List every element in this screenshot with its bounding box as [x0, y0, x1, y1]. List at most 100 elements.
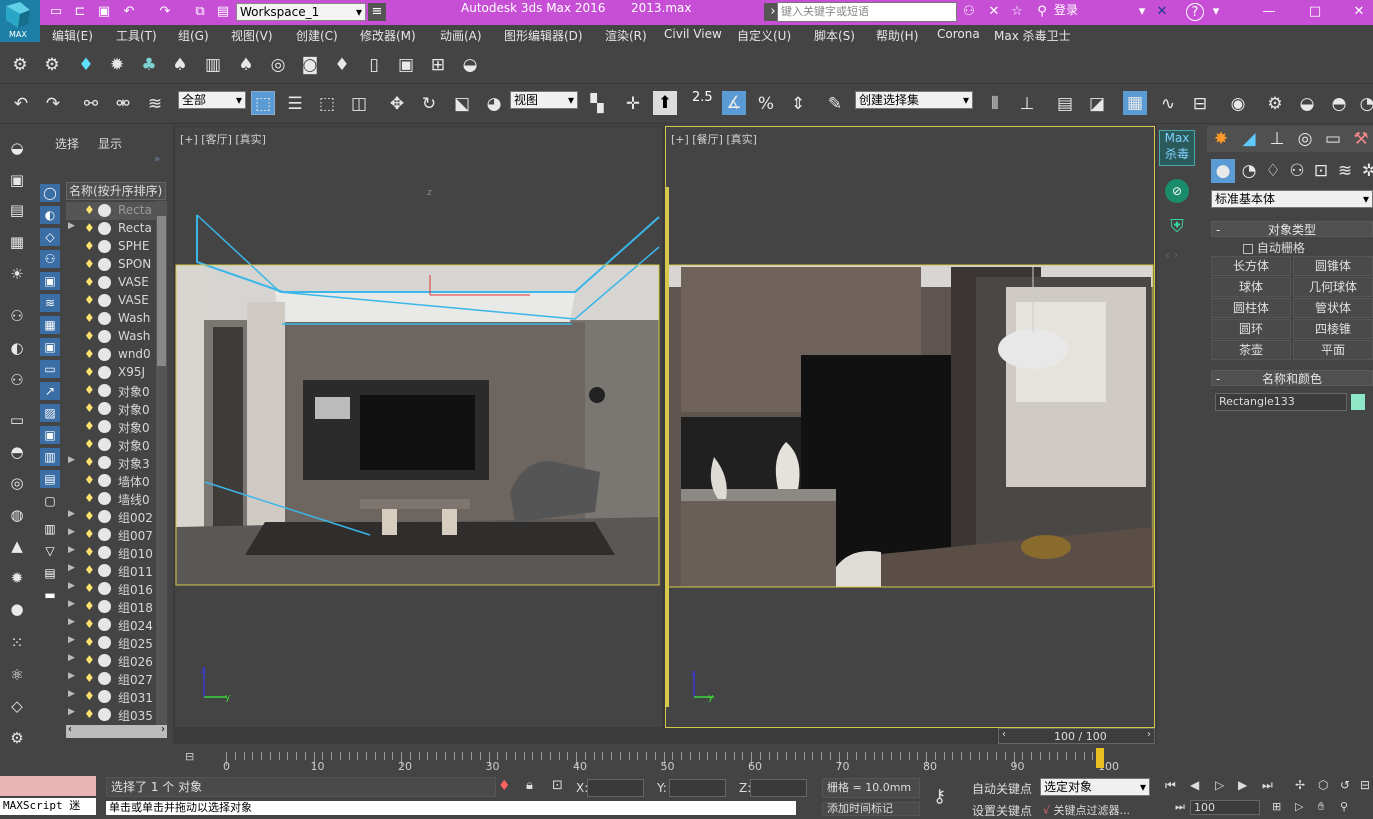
cone-icon[interactable]: ▲ [5, 534, 29, 558]
scene-row[interactable]: ♦ wnd0 [66, 346, 167, 364]
scene-row[interactable]: ♦ 对象0 [66, 418, 167, 436]
viewport-dining-room[interactable]: [+] [餐厅] [真实] z y [665, 126, 1155, 728]
systems-icon[interactable]: ✲ [1357, 159, 1373, 183]
maximize-viewport-icon[interactable]: ⊟ [1360, 778, 1370, 792]
scene-row[interactable]: ▶ ♦ 组016 [66, 580, 167, 598]
scene-row[interactable]: ♦ Wash [66, 310, 167, 328]
undo-icon[interactable]: ↶ [120, 3, 138, 21]
motion-tab-icon[interactable]: ◎ [1293, 127, 1317, 151]
save-file-icon[interactable]: ▣ [95, 3, 113, 21]
primitive-button[interactable]: 茶壶 [1211, 340, 1291, 360]
light-bulb-icon[interactable]: ♦ [84, 401, 95, 415]
scroll-left-icon[interactable]: ‹ [68, 724, 72, 735]
filter-xrefs-icon[interactable]: ▣ [40, 338, 60, 356]
primitive-button[interactable]: 长方体 [1211, 256, 1291, 276]
particles-icon[interactable]: ⁙ [5, 631, 29, 655]
zoom-icon[interactable]: ✢ [1295, 778, 1305, 792]
scene-row[interactable]: ♦ 对象0 [66, 436, 167, 454]
pine-icon[interactable]: ♠ [234, 53, 258, 77]
scene-row[interactable]: ♦ 墙体0 [66, 472, 167, 490]
sphere-ring-icon[interactable]: ◎ [266, 53, 290, 77]
filter-groups-icon[interactable]: ▦ [40, 316, 60, 334]
expand-arrow-icon[interactable]: ▶ [68, 455, 75, 465]
menu-item[interactable]: 工具(T) [116, 27, 157, 44]
scene-row[interactable]: ▶ ♦ 组024 [66, 616, 167, 634]
scene-row[interactable]: ▶ ♦ Recta [66, 220, 167, 238]
spacewarps-icon[interactable]: ≋ [1333, 159, 1357, 183]
menu-item[interactable]: 图形编辑器(D) [504, 27, 583, 44]
filter-spacewarps-icon[interactable]: ≋ [40, 294, 60, 312]
scene-row[interactable]: ▶ ♦ 组025 [66, 634, 167, 652]
render-production-icon[interactable]: ◓ [1327, 92, 1351, 116]
filter-options-icon[interactable]: ▬ [40, 586, 60, 604]
redo-main-icon[interactable]: ↷ [41, 92, 65, 116]
scene-scrollbar[interactable] [156, 201, 167, 725]
layer-manager-icon[interactable]: ▤ [1053, 92, 1077, 116]
scrollbar-thumb[interactable] [157, 216, 166, 366]
rendered-frame-icon[interactable]: ◒ [1295, 92, 1319, 116]
light-bulb-icon[interactable]: ♦ [84, 617, 95, 631]
set-key-icon[interactable]: ⚷ [933, 786, 946, 807]
object-name-input[interactable]: Rectangle133 [1215, 393, 1347, 411]
antivirus-scan-icon[interactable]: ⊘ [1165, 179, 1189, 203]
object-color-swatch[interactable] [1351, 394, 1365, 410]
minimize-icon[interactable]: — [1260, 3, 1278, 21]
scene-row[interactable]: ▶ ♦ 组010 [66, 544, 167, 562]
light-bulb-icon[interactable]: ♦ [84, 491, 95, 505]
tab-select[interactable]: 选择 [55, 135, 79, 152]
scene-row[interactable]: ▶ ♦ 组027 [66, 670, 167, 688]
menu-item[interactable]: 渲染(R) [605, 27, 647, 44]
molecule-icon[interactable]: ⚛ [5, 663, 29, 687]
expand-arrow-icon[interactable]: ▶ [68, 653, 75, 663]
isolate-icon[interactable]: ♦ [498, 778, 511, 794]
maximize-icon[interactable]: □ [1306, 3, 1324, 21]
light-bulb-icon[interactable]: ♦ [84, 275, 95, 289]
undo-main-icon[interactable]: ↶ [9, 92, 33, 116]
expand-arrow-icon[interactable]: ▶ [68, 509, 75, 519]
user-icon[interactable]: ⚲ [1033, 3, 1051, 21]
light-bulb-icon[interactable]: ♦ [84, 563, 95, 577]
schematic-view-icon[interactable]: ⊟ [1188, 92, 1212, 116]
light-bulb-icon[interactable]: ♦ [84, 419, 95, 433]
scene-row[interactable]: ♦ 墙线0 [66, 490, 167, 508]
modify-tab-icon[interactable]: ◢ [1237, 127, 1261, 151]
book-icon[interactable]: ▥ [201, 53, 225, 77]
menu-item[interactable]: 编辑(E) [52, 27, 93, 44]
light-bulb-icon[interactable]: ♦ [84, 527, 95, 541]
menu-item[interactable]: 动画(A) [440, 27, 482, 44]
scene-row[interactable]: ▶ ♦ 组018 [66, 598, 167, 616]
filter-geometry-icon[interactable]: ◯ [40, 184, 60, 202]
select-by-name-icon[interactable]: ☰ [283, 92, 307, 116]
favorites-star-icon[interactable]: ☆ [1008, 3, 1026, 21]
scene-row[interactable]: ▶ ♦ 组011 [66, 562, 167, 580]
primitive-button[interactable]: 圆环 [1211, 319, 1291, 339]
teapot-render-icon[interactable]: ◒ [458, 53, 482, 77]
scene-row[interactable]: ♦ VASE [66, 292, 167, 310]
y-coordinate-field[interactable] [669, 779, 726, 797]
scene-row[interactable]: ♦ SPON [66, 256, 167, 274]
scroll-right-icon[interactable]: › [161, 724, 165, 735]
expand-arrow-icon[interactable]: ▶ [68, 545, 75, 555]
z-coordinate-field[interactable] [750, 779, 807, 797]
light-bulb-icon[interactable]: ♦ [84, 473, 95, 487]
current-frame-marker[interactable] [1096, 748, 1104, 768]
prev-frame-icon[interactable]: ‹ [1002, 729, 1006, 740]
redo-icon[interactable]: ↷ [156, 3, 174, 21]
video-camera-icon[interactable]: ⚇ [5, 368, 29, 392]
expand-arrow-icon[interactable]: ▶ [68, 707, 75, 717]
x-coordinate-field[interactable] [587, 779, 644, 797]
light-bulb-icon[interactable]: ♦ [84, 509, 95, 523]
filter-shapes-icon[interactable]: ◐ [40, 206, 60, 224]
pivot-center-icon[interactable]: ▚ [585, 92, 609, 116]
menu-item[interactable]: 脚本(S) [814, 27, 855, 44]
login-label[interactable]: 登录 [1054, 1, 1078, 18]
timeline-track[interactable]: ⊟ 0 10 20 30 40 50 60 70 80 90 100 [175, 744, 1155, 774]
render-region-icon[interactable]: ⊞ [426, 53, 450, 77]
teapot-icon[interactable]: ◒ [5, 136, 29, 160]
hierarchy-tab-icon[interactable]: ⊥ [1265, 127, 1289, 151]
pan-icon[interactable]: ✋︎ [1318, 800, 1324, 814]
lights-icon[interactable]: ♢ [1261, 159, 1285, 183]
key-mode-dropdown[interactable]: 选定对象 ▾ [1040, 778, 1150, 796]
light-bulb-icon[interactable]: ♦ [84, 383, 95, 397]
primitive-button[interactable]: 圆锥体 [1293, 256, 1373, 276]
